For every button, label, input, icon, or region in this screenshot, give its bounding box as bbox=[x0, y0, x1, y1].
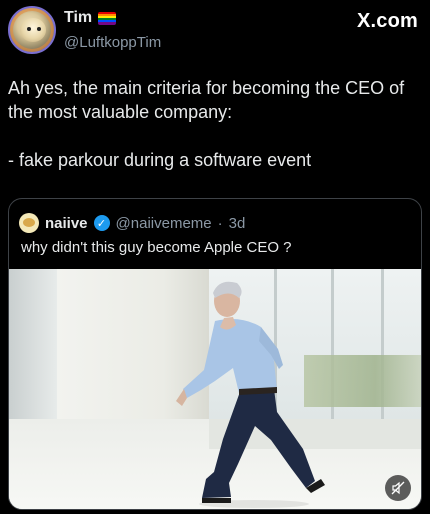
author-handle[interactable]: @LuftkoppTim bbox=[64, 34, 161, 51]
quoted-age[interactable]: 3d bbox=[229, 215, 246, 232]
mute-button[interactable] bbox=[385, 475, 411, 501]
quoted-tweet[interactable]: naiive ✓ @naiivememe · 3d why didn't thi… bbox=[8, 198, 422, 510]
man-figure bbox=[176, 281, 325, 508]
quoted-author-name[interactable]: naiive bbox=[45, 215, 88, 232]
quoted-tweet-text: why didn't this guy become Apple CEO ? bbox=[21, 239, 292, 256]
tweet-text-line2: - fake parkour during a software event bbox=[8, 150, 312, 170]
x-logo: X.com bbox=[357, 10, 418, 33]
author-display-name[interactable]: Tim bbox=[64, 9, 92, 27]
tweet-header: Tim @LuftkoppTim X.com bbox=[8, 6, 418, 56]
quoted-media-video[interactable] bbox=[9, 269, 421, 509]
author-avatar[interactable] bbox=[8, 6, 56, 54]
author-name-row: Tim bbox=[64, 9, 117, 27]
quoted-separator: · bbox=[217, 214, 223, 232]
quoted-tweet-header: naiive ✓ @naiivememe · 3d bbox=[19, 213, 245, 233]
tweet-text: Ah yes, the main criteria for becoming t… bbox=[8, 76, 416, 172]
verified-badge-icon: ✓ bbox=[93, 215, 110, 231]
pride-flag-icon bbox=[98, 11, 117, 25]
x-watermark-label: X.com bbox=[356, 10, 418, 32]
quoted-author-handle[interactable]: @naiivememe bbox=[116, 215, 212, 232]
quoted-author-avatar[interactable] bbox=[19, 213, 39, 233]
tweet-text-line1: Ah yes, the main criteria for becoming t… bbox=[8, 78, 405, 122]
mute-icon bbox=[391, 481, 405, 495]
